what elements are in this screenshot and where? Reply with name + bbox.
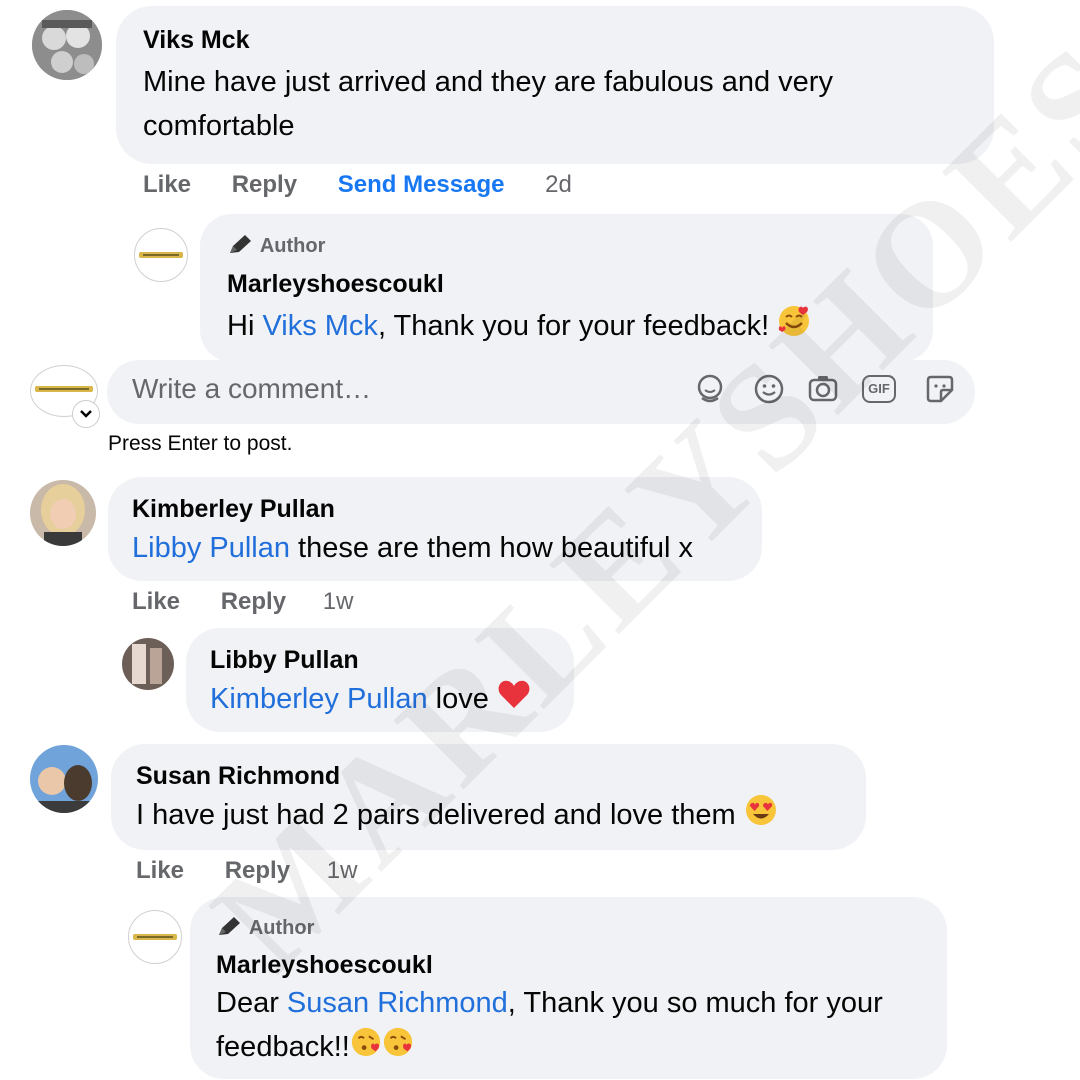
mention-link[interactable]: Viks Mck [262,310,377,342]
comment-actions: Like Reply 1w [132,588,353,616]
comment-timestamp[interactable]: 1w [323,588,354,616]
comment-timestamp[interactable]: 1w [327,857,358,885]
send-message-button[interactable]: Send Message [338,171,505,199]
logo-icon [133,934,177,940]
reply-text: Hi Viks Mck, Thank you for your feedback… [227,304,811,351]
comment-actions: Like Reply Send Message 2d [143,171,572,199]
comment-author-name[interactable]: Viks Mck [143,26,250,55]
avatar-kimberley-pullan[interactable] [30,480,96,546]
comment-author-name[interactable]: Susan Richmond [136,762,340,791]
avatar-sticker-icon[interactable] [693,372,727,406]
mention-link[interactable]: Kimberley Pullan [210,683,428,715]
reply-author-name[interactable]: Marleyshoescoukl [227,270,444,299]
pen-icon [230,235,251,253]
avatar-libby-pullan[interactable] [122,638,174,690]
reply-text: Dear Susan Richmond, Thank you so much f… [216,981,916,1071]
avatar-marleyshoes[interactable] [134,228,188,282]
comment-text: Mine have just arrived and they are fabu… [143,66,833,142]
face-blowing-kiss-emoji [350,1026,382,1071]
reply-button[interactable]: Reply [225,857,290,885]
like-button[interactable]: Like [136,857,184,885]
like-button[interactable]: Like [132,588,180,616]
pen-icon [219,917,240,935]
comment-author-name[interactable]: Kimberley Pullan [132,495,335,524]
reply-author-name[interactable]: Libby Pullan [210,646,359,675]
author-badge: Author [227,232,325,258]
avatar-image [30,480,96,546]
comment-text: I have just had 2 pairs delivered and lo… [136,793,778,840]
chevron-down-icon [80,410,92,418]
avatar-marleyshoes[interactable] [128,910,182,964]
avatar-image [30,745,98,813]
comment-actions: Like Reply 1w [136,857,357,885]
avatar-image [32,10,102,80]
red-heart-emoji [497,678,531,723]
comment-text: Libby Pullan these are them how beautifu… [132,532,694,564]
avatar-viks-mck[interactable] [32,10,102,80]
reply-author-name[interactable]: Marleyshoescoukl [216,951,433,980]
avatar-susan-richmond[interactable] [30,745,98,813]
comment-input[interactable]: Write a comment… [132,373,371,405]
composer-hint: Press Enter to post. [108,432,293,455]
gif-icon[interactable]: GIF [862,375,896,403]
mention-link[interactable]: Libby Pullan [132,532,290,564]
avatar-image [122,638,174,690]
reply-button[interactable]: Reply [232,171,297,199]
face-blowing-kiss-emoji [382,1026,414,1071]
reply-text: Kimberley Pullan love [210,677,531,723]
account-switcher-chevron[interactable] [72,400,100,428]
comment-timestamp[interactable]: 2d [545,171,572,199]
sticker-icon[interactable] [923,372,957,406]
mention-link[interactable]: Susan Richmond [287,987,508,1019]
like-button[interactable]: Like [143,171,191,199]
reply-button[interactable]: Reply [221,588,286,616]
author-badge: Author [216,914,314,940]
camera-icon[interactable] [806,372,840,406]
logo-icon [139,252,183,258]
heart-eyes-emoji [744,793,778,840]
emoji-icon[interactable] [752,372,786,406]
smiling-face-with-hearts-emoji [777,304,811,351]
